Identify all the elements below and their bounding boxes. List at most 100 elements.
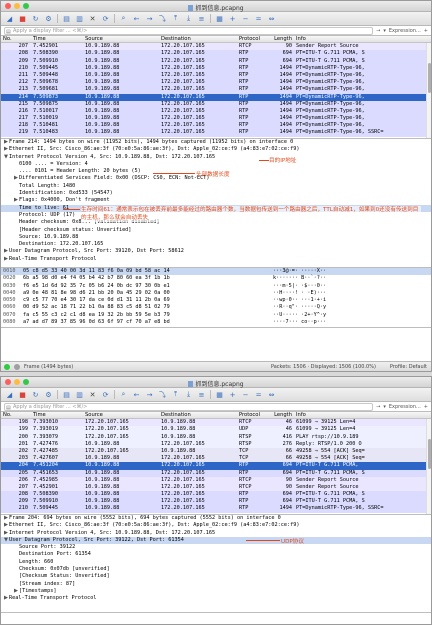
detail-line[interactable]: ▶Ethernet II, Src: Cisco_86:ae:3f (70:e0… (1, 146, 431, 153)
filter-dropdown-icon[interactable]: ▾ (383, 404, 386, 410)
last-icon[interactable]: ⤓ (183, 14, 194, 24)
normal-size-icon[interactable]: = (253, 390, 264, 400)
add-filter-button[interactable]: + (424, 28, 428, 34)
packet-row[interactable]: 205 7.451653 10.9.189.88 172.20.107.165 RTP 6… (1, 469, 431, 477)
detail-line[interactable]: ▶Real-Time Transport Protocol (1, 256, 431, 263)
detail-line[interactable]: [Stream index: 87] (1, 581, 431, 588)
back-icon[interactable]: ← (131, 390, 142, 400)
hex-bytes[interactable]: 05 c8 d5 33 40 00 3d 11 83 f6 0a 09 bd 5… (23, 268, 273, 275)
back-icon[interactable]: ← (131, 14, 142, 24)
filter-arrow-icon[interactable]: → (376, 28, 380, 34)
packet-row[interactable]: 201 7.427476 10.9.189.88 172.20.107.165 RTSP… (1, 440, 431, 448)
hex-bytes[interactable]: a7 ad d7 89 37 85 96 0d 63 6f 97 cf 70 a… (23, 319, 273, 326)
detail-line[interactable]: ▶Flags: 0x4000, Don't fragment (1, 197, 431, 204)
packet-row[interactable]: 214 7.509873 10.9.189.88 172.20.107.165 RTP 1… (1, 93, 431, 101)
hex-line[interactable]: 0020 6b a5 98 d0 e4 f4 05 b4 42 b7 80 60 … (1, 275, 431, 282)
goto-icon[interactable]: ⤵ (157, 390, 168, 400)
restart-icon[interactable]: ↻ (30, 390, 41, 400)
resize-columns-icon[interactable]: ⇔ (266, 14, 277, 24)
filter-arrow-icon[interactable]: → (376, 404, 380, 410)
save-icon[interactable]: ▥ (74, 14, 85, 24)
detail-line[interactable]: Source Port: 39122 (1, 544, 431, 551)
column-header[interactable]: Protocol (237, 36, 270, 42)
shark-fin-icon[interactable]: ◢ (4, 390, 15, 400)
options-icon[interactable]: ⚙ (43, 14, 54, 24)
column-header[interactable]: No. (1, 412, 31, 418)
capture-status-icon[interactable] (4, 363, 10, 370)
zoom-out-icon[interactable]: − (240, 14, 251, 24)
expert-info-icon[interactable] (14, 363, 20, 370)
hex-line[interactable]: 0010 05 c8 d5 33 40 00 3d 11 83 f6 0a 09 … (1, 268, 431, 276)
hex-bytes[interactable]: 00 d9 52 ac 18 71 22 b1 0a 88 83 c5 d8 5… (23, 304, 273, 311)
packet-row[interactable]: 212 7.509678 10.9.189.88 172.20.107.165 RTP 1… (1, 79, 431, 87)
hex-ascii[interactable]: ···3@·=· ·····X·· (273, 268, 431, 275)
column-header[interactable]: No. (1, 36, 31, 42)
packet-row[interactable]: 200 7.393079 172.20.107.165 10.9.189.88 RTSP… (1, 433, 431, 441)
packet-row[interactable]: 210 7.509445 10.9.189.88 172.20.107.165 RTP 1… (1, 64, 431, 72)
find-icon[interactable]: ⌕ (118, 14, 129, 24)
open-icon[interactable]: ▤ (61, 390, 72, 400)
detail-line[interactable]: ▼User Datagram Protocol, Src Port: 39122… (1, 536, 431, 545)
packet-row[interactable]: 207 7.452901 10.9.189.88 172.20.107.165 RTCP… (1, 483, 431, 492)
forward-icon[interactable]: → (144, 14, 155, 24)
packet-row[interactable]: 219 7.510483 10.9.189.88 172.20.107.165 RTP 1… (1, 129, 431, 137)
detail-line[interactable]: Destination: 172.20.107.165 (1, 241, 431, 248)
hex-ascii[interactable]: ··H····! · ·E)··· (273, 290, 431, 297)
packet-row[interactable]: 211 7.509448 10.9.189.88 172.20.107.165 RTP 1… (1, 71, 431, 80)
detail-line[interactable]: ▶[Timestamps] (1, 588, 431, 595)
stop-icon[interactable]: ■ (17, 14, 28, 24)
reload-icon[interactable]: ⟳ (100, 390, 111, 400)
packet-row[interactable]: 209 7.509910 10.9.189.88 172.20.107.165 RTP 6… (1, 57, 431, 65)
packet-row[interactable]: 216 7.510017 10.9.189.88 172.20.107.165 RTP 1… (1, 107, 431, 116)
shark-fin-icon[interactable]: ◢ (4, 14, 15, 24)
hex-bytes[interactable]: 6b a5 98 d0 e4 f4 05 b4 42 b7 80 60 ea 3… (23, 275, 273, 282)
status-profile[interactable]: Profile: Default (390, 364, 427, 370)
filter-dropdown-icon[interactable]: ▾ (383, 28, 386, 34)
packet-row[interactable]: 203 7.427607 10.9.189.88 172.20.107.165 TCP 6… (1, 455, 431, 463)
hex-line[interactable]: 0040 a9 0e 48 81 8e 98 d6 21 bb 20 0a 45 … (1, 290, 431, 297)
packet-row[interactable]: 209 7.509910 10.9.189.88 172.20.107.165 RTP 6… (1, 498, 431, 506)
column-header[interactable]: Destination (159, 412, 237, 418)
detail-line[interactable]: Destination Port: 61354 (1, 551, 431, 558)
packet-row[interactable]: 210 7.509445 10.9.189.88 172.20.107.165 RTP 1… (1, 505, 431, 513)
last-icon[interactable]: ⤓ (183, 390, 194, 400)
detail-line[interactable]: 0100 .... = Version: 4 (1, 161, 431, 168)
column-header[interactable]: Info (294, 412, 431, 418)
expression-button[interactable]: Expression... (389, 404, 421, 410)
zoom-in-icon[interactable]: + (227, 390, 238, 400)
zoom-in-icon[interactable]: + (227, 14, 238, 24)
hex-ascii[interactable]: k······· B··`·?·· (273, 275, 431, 282)
close-icon[interactable]: ✕ (87, 390, 98, 400)
zoom-out-icon[interactable]: − (240, 390, 251, 400)
packet-row[interactable]: 202 7.427485 172.20.107.165 10.9.189.88 TCP 6… (1, 447, 431, 456)
detail-line[interactable]: ▼Internet Protocol Version 4, Src: 10.9.… (1, 154, 431, 161)
hex-bytes[interactable]: f6 e5 1d 6d 92 35 7c 05 b6 24 0b dc 97 3… (23, 283, 273, 290)
colorize-icon[interactable]: ▦ (214, 14, 225, 24)
resize-columns-icon[interactable]: ⇔ (266, 390, 277, 400)
goto-icon[interactable]: ⤵ (157, 14, 168, 24)
bookmark-icon[interactable]: ▤ (6, 29, 11, 35)
hex-ascii[interactable]: ···m·5|· ·$···0·· (273, 283, 431, 290)
detail-line[interactable]: Checksum: 0x07db [unverified] (1, 566, 431, 573)
packet-row[interactable]: 213 7.509681 10.9.189.88 172.20.107.165 RTP 1… (1, 86, 431, 94)
bookmark-icon[interactable]: ▤ (6, 405, 11, 411)
detail-line[interactable]: ▶Frame 214: 1494 bytes on wire (11952 bi… (1, 139, 431, 146)
packet-row[interactable]: 215 7.509875 10.9.189.88 172.20.107.165 RTP 1… (1, 100, 431, 108)
detail-line[interactable]: [Header checksum status: Unverified] (1, 227, 431, 234)
hex-line[interactable]: 0070 fa c5 55 c3 c2 c1 d8 ea 19 32 2b bb … (1, 312, 431, 319)
column-header[interactable]: Source (83, 412, 159, 418)
scrollbar-thumb[interactable] (428, 63, 431, 93)
display-filter-input[interactable]: ▤ Apply a display filter ... <⌘/> (4, 402, 374, 411)
stop-icon[interactable]: ■ (17, 390, 28, 400)
detail-line[interactable]: Length: 660 (1, 559, 431, 566)
add-filter-button[interactable]: + (424, 404, 428, 410)
packet-row[interactable]: 207 7.452901 10.9.189.88 172.20.107.165 RTCP… (1, 43, 431, 51)
packet-list-scrollbar[interactable] (426, 43, 431, 138)
scrollbar-thumb[interactable] (428, 439, 431, 469)
close-icon[interactable]: ✕ (87, 14, 98, 24)
packet-list-scrollbar[interactable] (426, 419, 431, 514)
detail-line[interactable]: ▶Frame 204: 694 bytes on wire (5552 bits… (1, 515, 431, 522)
hex-line[interactable]: 0080 a7 ad d7 89 37 85 96 0d 63 6f 97 cf … (1, 319, 431, 326)
column-header[interactable]: Time (31, 412, 83, 418)
packet-row[interactable]: 199 7.393019 172.20.107.165 10.9.189.88 UDP 4… (1, 426, 431, 434)
